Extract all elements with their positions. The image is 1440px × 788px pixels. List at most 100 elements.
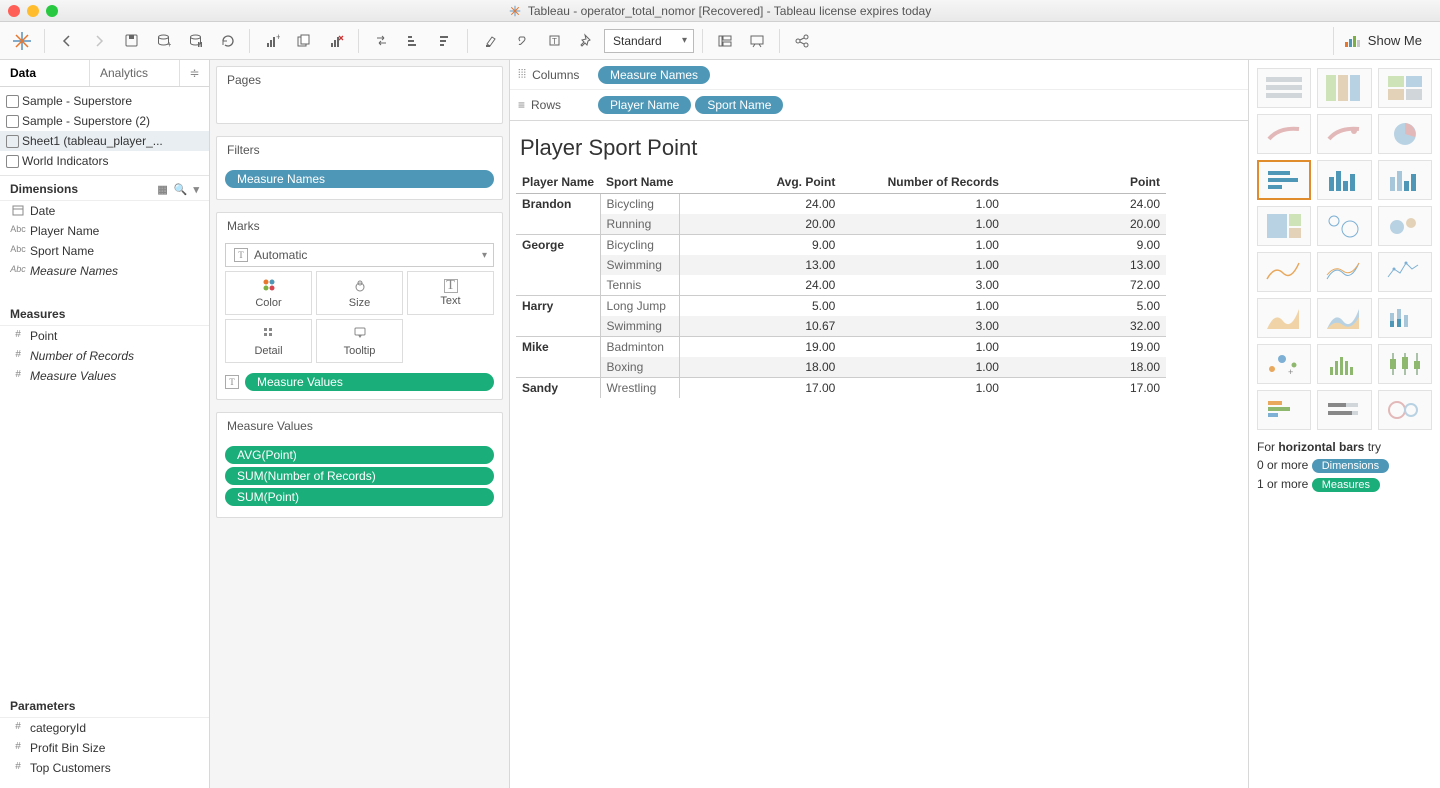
field-top-customers[interactable]: #Top Customers [0, 758, 209, 778]
showme-chart-type[interactable]: + [1257, 344, 1311, 384]
tableau-logo-icon[interactable] [8, 27, 36, 55]
field-measure-names[interactable]: AbcMeasure Names [0, 261, 209, 281]
sort-asc-button[interactable] [399, 27, 427, 55]
attach-button[interactable] [508, 27, 536, 55]
duplicate-sheet-button[interactable] [290, 27, 318, 55]
filter-pill-measure-names[interactable]: Measure Names [225, 170, 494, 188]
showme-chart-type[interactable] [1257, 206, 1311, 246]
showme-chart-type[interactable] [1378, 252, 1432, 292]
fit-dropdown[interactable]: Standard [604, 29, 694, 53]
window-minimize-button[interactable] [27, 5, 39, 17]
mv-pill[interactable]: AVG(Point) [225, 446, 494, 464]
presentation-button[interactable] [743, 27, 771, 55]
field-profit-bin-size[interactable]: #Profit Bin Size [0, 738, 209, 758]
showme-chart-type[interactable] [1257, 114, 1311, 154]
table-row[interactable]: SandyWrestling17.001.0017.00 [516, 378, 1166, 399]
showme-chart-type[interactable] [1317, 390, 1371, 430]
header-nrec[interactable]: Number of Records [841, 171, 1005, 194]
filters-card[interactable]: Filters Measure Names [216, 136, 503, 200]
highlight-button[interactable] [476, 27, 504, 55]
table-row[interactable]: BrandonBicycling24.001.0024.00 [516, 194, 1166, 215]
showme-chart-type[interactable] [1317, 344, 1371, 384]
field-sport-name[interactable]: AbcSport Name [0, 241, 209, 261]
showme-chart-type[interactable] [1317, 252, 1371, 292]
showme-button[interactable]: Show Me [1333, 27, 1432, 55]
datasource-item[interactable]: World Indicators [0, 151, 209, 171]
showme-chart-type[interactable] [1378, 298, 1432, 338]
showme-chart-type[interactable] [1317, 298, 1371, 338]
view-as-icon[interactable]: ▦ [157, 183, 167, 196]
pause-updates-button[interactable] [181, 27, 209, 55]
showme-chart-type[interactable] [1257, 390, 1311, 430]
clear-sheet-button[interactable] [322, 27, 350, 55]
table-row[interactable]: MikeBadminton19.001.0019.00 [516, 337, 1166, 358]
window-close-button[interactable] [8, 5, 20, 17]
showme-chart-type[interactable] [1378, 160, 1432, 200]
marks-detail-button[interactable]: Detail [225, 319, 312, 363]
field-date[interactable]: Date [0, 201, 209, 221]
marks-size-button[interactable]: Size [316, 271, 403, 315]
field-categoryid[interactable]: #categoryId [0, 718, 209, 738]
showme-chart-type[interactable] [1378, 114, 1432, 154]
showme-chart-type[interactable] [1257, 68, 1311, 108]
showme-chart-type[interactable] [1317, 68, 1371, 108]
showme-chart-type[interactable] [1257, 160, 1311, 200]
tab-analytics[interactable]: Analytics [89, 60, 179, 86]
dropdown-icon[interactable]: ▾ [193, 183, 199, 196]
mv-pill[interactable]: SUM(Number of Records) [225, 467, 494, 485]
showme-chart-type[interactable] [1378, 344, 1432, 384]
table-row[interactable]: HarryLong Jump5.001.005.00 [516, 296, 1166, 317]
search-icon[interactable]: 🔍 [174, 183, 188, 196]
marks-text-button[interactable]: TText [407, 271, 494, 315]
marks-color-button[interactable]: Color [225, 271, 312, 315]
refresh-button[interactable] [213, 27, 241, 55]
field-measure-values[interactable]: #Measure Values [0, 366, 209, 386]
rows-shelf[interactable]: ≡Rows Player NameSport Name [510, 90, 1248, 120]
field-point[interactable]: #Point [0, 326, 209, 346]
shelf-pill[interactable]: Player Name [598, 96, 691, 114]
datasource-item[interactable]: Sample - Superstore (2) [0, 111, 209, 131]
table-row[interactable]: Swimming13.001.0013.00 [516, 255, 1166, 275]
marks-tooltip-button[interactable]: Tooltip [316, 319, 403, 363]
header-sport[interactable]: Sport Name [600, 171, 679, 194]
new-worksheet-button[interactable]: + [258, 27, 286, 55]
pages-card[interactable]: Pages [216, 66, 503, 124]
table-row[interactable]: Running20.001.0020.00 [516, 214, 1166, 235]
new-datasource-button[interactable]: + [149, 27, 177, 55]
showme-chart-type[interactable] [1378, 68, 1432, 108]
showme-chart-type[interactable] [1378, 206, 1432, 246]
save-button[interactable] [117, 27, 145, 55]
sort-desc-button[interactable] [431, 27, 459, 55]
showme-chart-type[interactable] [1378, 390, 1432, 430]
header-point[interactable]: Point [1005, 171, 1166, 194]
showme-chart-type[interactable] [1317, 114, 1371, 154]
collapse-panel-icon[interactable]: ≑ [179, 60, 209, 86]
share-button[interactable] [788, 27, 816, 55]
show-cards-button[interactable] [711, 27, 739, 55]
shelf-pill[interactable]: Measure Names [598, 66, 710, 84]
mv-pill[interactable]: SUM(Point) [225, 488, 494, 506]
labels-button[interactable]: T [540, 27, 568, 55]
table-row[interactable]: Swimming10.673.0032.00 [516, 316, 1166, 337]
mark-type-dropdown[interactable]: Automatic [225, 243, 494, 267]
tab-data[interactable]: Data [0, 60, 89, 86]
forward-button[interactable] [85, 27, 113, 55]
field-player-name[interactable]: AbcPlayer Name [0, 221, 209, 241]
table-row[interactable]: Boxing18.001.0018.00 [516, 357, 1166, 378]
shelf-pill[interactable]: Sport Name [695, 96, 783, 114]
columns-shelf[interactable]: ⦙⦙⦙Columns Measure Names [510, 60, 1248, 90]
table-row[interactable]: GeorgeBicycling9.001.009.00 [516, 235, 1166, 256]
datasource-item[interactable]: Sample - Superstore [0, 91, 209, 111]
field-number-of-records[interactable]: #Number of Records [0, 346, 209, 366]
header-avg-point[interactable]: Avg. Point [679, 171, 841, 194]
back-button[interactable] [53, 27, 81, 55]
showme-chart-type[interactable] [1317, 206, 1371, 246]
table-row[interactable]: Tennis24.003.0072.00 [516, 275, 1166, 296]
showme-chart-type[interactable] [1257, 252, 1311, 292]
showme-chart-type[interactable] [1257, 298, 1311, 338]
pin-button[interactable] [572, 27, 600, 55]
swap-button[interactable] [367, 27, 395, 55]
datasource-item[interactable]: Sheet1 (tableau_player_... [0, 131, 209, 151]
viz-title[interactable]: Player Sport Point [510, 121, 1248, 171]
text-pill-measure-values[interactable]: Measure Values [245, 373, 494, 391]
